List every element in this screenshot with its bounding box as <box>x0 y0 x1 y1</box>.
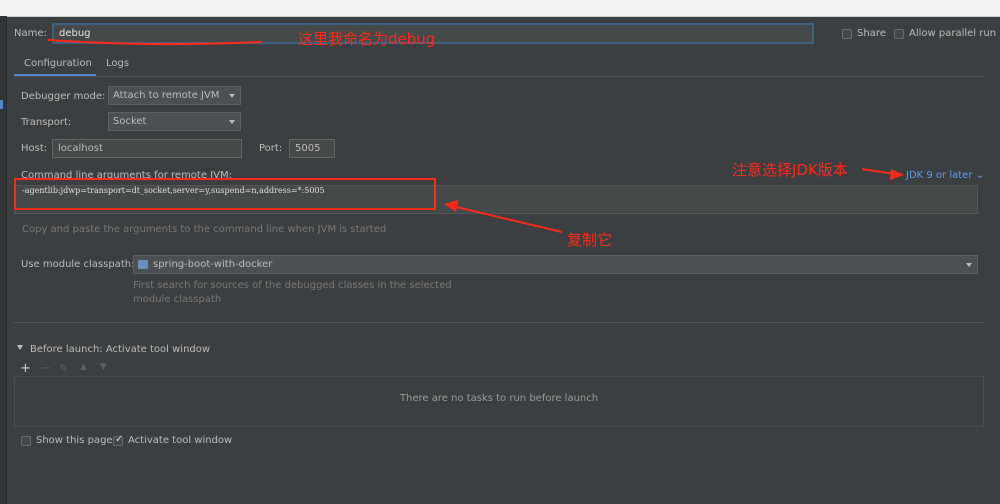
underline-annotation <box>47 39 263 46</box>
copy-arrow-head <box>444 200 458 212</box>
jdk-arrow-line <box>861 168 896 175</box>
jdk-arrow-head <box>890 169 904 180</box>
copy-annotation: 复制它 <box>567 231 613 249</box>
rename-annotation: 这里我命名为debug <box>298 30 436 48</box>
jdk-annotation: 注意选择JDK版本 <box>732 161 848 179</box>
copy-arrow-line <box>451 205 563 233</box>
highlight-box-annotation <box>14 178 436 210</box>
annotation-overlay <box>14 39 904 233</box>
